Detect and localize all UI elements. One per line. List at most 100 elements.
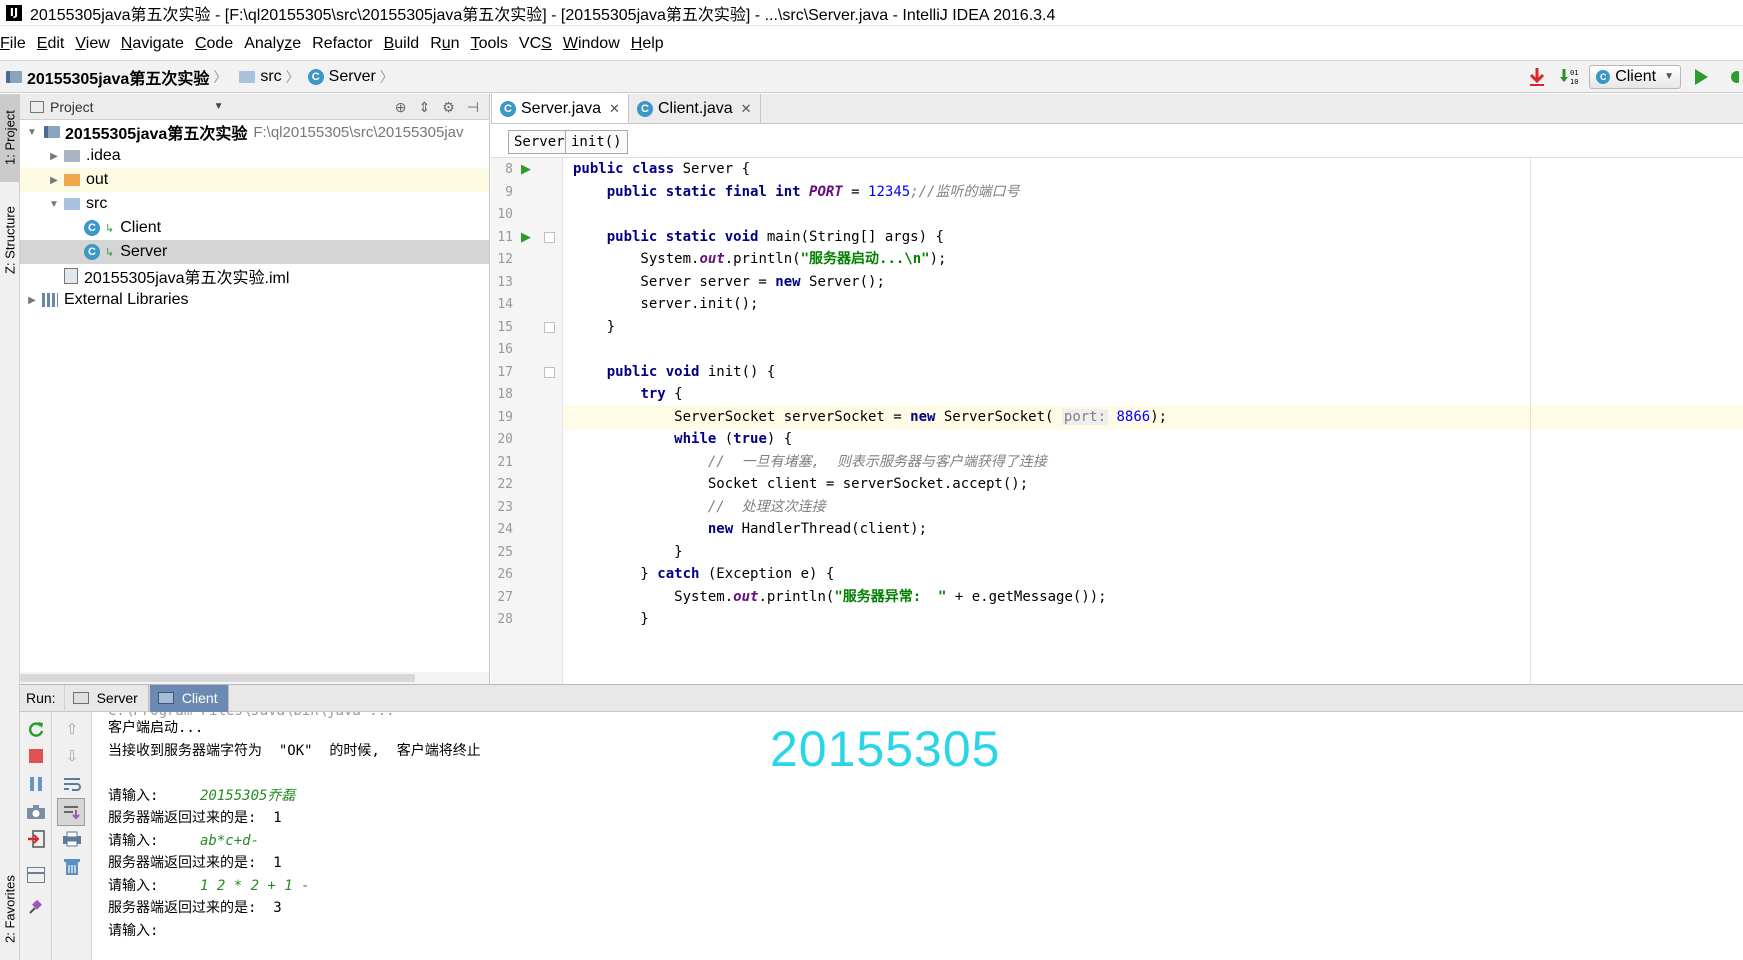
tree-node-item[interactable]: ▶ .idea	[20, 144, 489, 168]
expand-down-icon[interactable]: ▼	[48, 199, 60, 210]
pin-icon[interactable]	[25, 896, 47, 918]
fold-marker-icon[interactable]	[544, 231, 555, 243]
code-line[interactable]: // 处理这次连接	[563, 495, 1743, 520]
breadcrumb-method[interactable]: init()	[565, 130, 628, 154]
menu-item[interactable]: Window	[563, 35, 629, 53]
code-line[interactable]: } catch (Exception e) {	[563, 562, 1743, 587]
code-line[interactable]: Server server = new Server();	[563, 270, 1743, 295]
close-icon[interactable]: ✕	[609, 101, 620, 117]
run-gutter-icon[interactable]: ▶	[521, 157, 531, 182]
code-line[interactable]: System.out.println("服务器异常: " + e.getMess…	[563, 585, 1743, 610]
code-line[interactable]: }	[563, 540, 1743, 565]
code-line[interactable]: System.out.println("服务器启动...\n");	[563, 247, 1743, 272]
code-line[interactable]: new HandlerThread(client);	[563, 517, 1743, 542]
tree-node-item[interactable]: 20155305java第五次实验.iml	[20, 264, 489, 288]
editor-gutter: 8 ▶ 9 10 11 ▶ 12 13 14 15 16 17 18 19 20 21 22 23 24 25 26 27…	[491, 158, 563, 684]
scroll-from-source-icon[interactable]: ⊕	[395, 99, 407, 116]
code-line[interactable]: Socket client = serverSocket.accept();	[563, 472, 1743, 497]
soft-wrap-icon[interactable]	[61, 773, 83, 795]
code-line[interactable]: public static final int PORT = 12345;//监…	[563, 180, 1743, 205]
menu-item[interactable]: File	[0, 35, 35, 53]
code-line[interactable]: while (true) {	[563, 427, 1743, 452]
run-tab[interactable]: Client	[148, 684, 229, 712]
line-number: 11	[497, 229, 513, 245]
tree-node-item[interactable]: ▶ out	[20, 168, 489, 192]
editor-tab[interactable]: C Server.java ✕	[491, 94, 629, 123]
code-editor[interactable]: public class Server { public static fina…	[563, 158, 1743, 684]
arrow-up-icon[interactable]: ⇧	[61, 718, 83, 740]
sort-icon[interactable]: 01 10	[1559, 67, 1579, 87]
arrow-down-icon[interactable]: ⇩	[61, 745, 83, 767]
gear-icon[interactable]: ⚙	[442, 99, 455, 116]
menu-item[interactable]: Code	[195, 35, 242, 53]
run-icon[interactable]	[1691, 67, 1711, 87]
tree-node-class[interactable]: C ↳ Client	[20, 216, 489, 240]
menu-item[interactable]: Build	[384, 35, 429, 53]
debug-icon[interactable]	[1723, 67, 1743, 87]
exit-icon[interactable]	[25, 828, 47, 850]
collapse-right-icon[interactable]: ▶	[48, 151, 60, 162]
tree-node-item[interactable]: ▼ src	[20, 192, 489, 216]
tab-favorites-tool[interactable]: 2: Favorites	[0, 864, 20, 954]
pause-icon[interactable]	[25, 773, 47, 795]
scroll-to-end-icon[interactable]	[57, 798, 85, 826]
camera-icon[interactable]	[25, 801, 47, 823]
project-view-selector[interactable]: Project	[50, 99, 94, 115]
scrollbar-thumb[interactable]	[20, 674, 415, 682]
line-number: 27	[497, 589, 513, 605]
collapse-right-icon[interactable]: ▶	[26, 295, 38, 306]
code-line[interactable]: }	[563, 315, 1743, 340]
chevron-down-icon[interactable]: ▼	[214, 101, 224, 112]
make-icon[interactable]	[1527, 67, 1547, 87]
run-tab[interactable]: Server	[63, 684, 149, 712]
code-line[interactable]	[563, 337, 1743, 362]
code-line[interactable]: public void init() {	[563, 360, 1743, 385]
rerun-icon[interactable]	[25, 718, 47, 740]
menu-item[interactable]: Edit	[37, 35, 74, 53]
hide-panel-icon[interactable]: ⊣	[467, 99, 479, 116]
collapse-all-icon[interactable]: ⇕	[419, 99, 431, 116]
close-icon[interactable]: ✕	[741, 101, 752, 117]
nav-crumb-project[interactable]: 20155305java第五次实验 〉	[0, 65, 233, 89]
line-number: 8	[505, 162, 513, 177]
print-icon[interactable]	[61, 828, 83, 850]
code-token: out	[699, 251, 725, 267]
breadcrumb-class[interactable]: Server	[508, 130, 571, 154]
code-line[interactable]: // 一旦有堵塞, 则表示服务器与客户端获得了连接	[563, 450, 1743, 475]
trash-icon[interactable]	[61, 855, 83, 877]
horizontal-scrollbar[interactable]	[20, 672, 489, 684]
nav-crumb-src[interactable]: src 〉	[233, 67, 305, 87]
tree-node-item[interactable]: ▼ 20155305java第五次实验 F:\ql20155305\src\2015…	[20, 120, 489, 144]
tree-node-class[interactable]: C ↳ Server	[20, 240, 489, 264]
menu-item[interactable]: Tools	[471, 35, 517, 53]
menu-item[interactable]: Refactor	[312, 35, 381, 53]
layout-icon[interactable]	[25, 864, 47, 886]
code-line[interactable]: ServerSocket serverSocket = new ServerSo…	[563, 404, 1743, 430]
code-line[interactable]	[563, 202, 1743, 227]
menu-item[interactable]: Analyze	[244, 35, 310, 53]
code-line[interactable]: public static void main(String[] args) {	[563, 225, 1743, 250]
tree-node-item[interactable]: ▶ External Libraries	[20, 288, 489, 312]
code-line[interactable]: try {	[563, 382, 1743, 407]
menu-item[interactable]: View	[75, 35, 118, 53]
fold-marker-icon[interactable]	[544, 366, 555, 378]
run-gutter-icon[interactable]: ▶	[521, 225, 531, 250]
code-line[interactable]: }	[563, 607, 1743, 632]
editor-tab[interactable]: C Client.java ✕	[629, 94, 761, 123]
collapse-right-icon[interactable]: ▶	[48, 175, 60, 186]
fold-marker-icon[interactable]	[544, 321, 555, 333]
menu-item-text: Analy	[244, 35, 285, 52]
tab-structure-tool[interactable]: Z: Structure	[0, 190, 20, 290]
menu-item[interactable]: Run	[430, 35, 468, 53]
code-line[interactable]: public class Server {	[563, 158, 1743, 182]
expand-down-icon[interactable]: ▼	[26, 127, 38, 138]
stop-icon[interactable]	[25, 745, 47, 767]
menu-item[interactable]: VCS	[519, 35, 561, 53]
line-number: 15	[497, 319, 513, 335]
menu-item[interactable]: Help	[631, 35, 673, 53]
nav-crumb-server[interactable]: C Server 〉	[306, 67, 400, 87]
tab-project-tool[interactable]: 1: Project	[0, 94, 20, 182]
run-configuration-select[interactable]: C Client ▼	[1589, 64, 1681, 89]
code-line[interactable]: server.init();	[563, 292, 1743, 317]
menu-item[interactable]: Navigate	[121, 35, 193, 53]
